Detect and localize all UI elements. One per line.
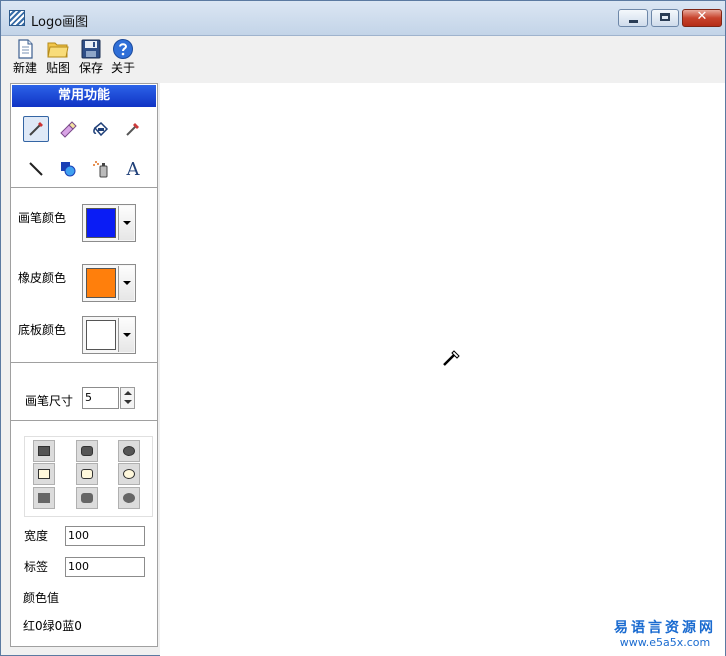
shape-outline-roundrect[interactable] xyxy=(76,463,98,485)
app-window: Logo画图 ✕ 新建 贴图 保存 关于 常用功能 A 画笔颜色 橡皮颜色 底板… xyxy=(0,0,726,656)
shape-style-grid xyxy=(24,436,153,517)
eraser-color-swatch xyxy=(86,268,116,298)
shape-filled-roundrect[interactable] xyxy=(76,440,98,462)
shape-solid-rect-icon xyxy=(38,493,50,503)
tool-brush[interactable] xyxy=(23,116,49,142)
chevron-down-icon[interactable] xyxy=(118,318,134,352)
shape-outline-roundrect-icon xyxy=(81,469,93,479)
spin-up-icon[interactable] xyxy=(124,391,132,395)
help-icon xyxy=(113,39,133,59)
tool-line[interactable] xyxy=(23,156,49,182)
window-title: Logo画图 xyxy=(31,15,89,30)
tool-fill[interactable] xyxy=(88,116,114,142)
eraser-color-picker[interactable] xyxy=(82,264,136,302)
minimize-button[interactable] xyxy=(618,9,648,27)
spin-down-icon[interactable] xyxy=(124,400,132,404)
save-label: 保存 xyxy=(78,61,103,75)
fill-icon xyxy=(93,121,109,137)
floppy-disk-icon xyxy=(81,39,101,59)
shape-outline-rect[interactable] xyxy=(33,463,55,485)
background-color-label: 底板颜色 xyxy=(18,323,67,337)
background-color-swatch xyxy=(86,320,116,350)
shape-outline-ellipse-icon xyxy=(123,469,135,479)
shape-outline-rect-icon xyxy=(38,469,50,479)
chevron-down-icon[interactable] xyxy=(118,206,134,240)
width-label: 宽度 xyxy=(24,529,49,543)
pen-color-label: 画笔颜色 xyxy=(18,211,67,225)
close-button[interactable]: ✕ xyxy=(682,9,722,27)
toolbar: 新建 贴图 保存 关于 xyxy=(1,36,725,80)
brush-size-input[interactable]: 5 xyxy=(82,387,119,409)
color-value-label: 颜色值 xyxy=(23,591,60,605)
paste-image-button[interactable]: 贴图 xyxy=(42,38,74,78)
close-icon: ✕ xyxy=(696,9,708,24)
pen-color-swatch xyxy=(86,208,116,238)
save-button[interactable]: 保存 xyxy=(75,38,107,78)
panel-header: 常用功能 xyxy=(12,85,156,107)
new-label: 新建 xyxy=(12,61,37,75)
brush-icon xyxy=(29,122,43,136)
shape-filled-roundrect-icon xyxy=(81,446,93,456)
eraser-color-label: 橡皮颜色 xyxy=(18,271,67,285)
folder-icon xyxy=(47,42,69,58)
paste-image-label: 贴图 xyxy=(45,61,70,75)
tool-eraser[interactable] xyxy=(55,116,81,142)
brush-size-spinner[interactable] xyxy=(120,387,135,409)
text-icon: A xyxy=(126,158,140,180)
divider xyxy=(11,362,157,364)
brush-cursor-icon xyxy=(443,350,460,366)
tag-label: 标签 xyxy=(24,560,49,574)
color-value-readout: 红0绿0蓝0 xyxy=(23,619,82,633)
brush-size-label: 画笔尺寸 xyxy=(25,394,74,408)
new-document-icon xyxy=(18,39,33,59)
maximize-icon xyxy=(660,13,670,21)
spray-icon xyxy=(93,161,108,178)
shape-outline-ellipse[interactable] xyxy=(118,463,140,485)
watermark: 易语言资源网 www.e5a5x.com xyxy=(609,620,721,650)
watermark-text: 易语言资源网 xyxy=(614,620,716,636)
background-color-picker[interactable] xyxy=(82,316,136,354)
new-button[interactable]: 新建 xyxy=(9,38,41,78)
tool-eyedropper[interactable] xyxy=(120,116,146,142)
maximize-button[interactable] xyxy=(651,9,679,27)
divider xyxy=(11,187,157,189)
line-icon xyxy=(29,162,43,176)
shape-filled-ellipse[interactable] xyxy=(118,440,140,462)
shape-solid-roundrect[interactable] xyxy=(76,487,98,509)
minimize-icon xyxy=(629,20,638,23)
drawing-canvas[interactable] xyxy=(160,83,725,656)
about-label: 关于 xyxy=(110,61,135,75)
pen-color-picker[interactable] xyxy=(82,204,136,242)
tool-shapes[interactable] xyxy=(55,156,81,182)
shape-solid-rect[interactable] xyxy=(33,487,55,509)
eraser-icon xyxy=(60,121,77,138)
title-bar[interactable]: Logo画图 ✕ xyxy=(1,1,725,36)
app-logo-icon xyxy=(9,10,25,26)
tool-text[interactable]: A xyxy=(120,156,146,182)
tag-input[interactable]: 100 xyxy=(65,557,145,577)
eyedropper-icon xyxy=(126,123,139,136)
shape-solid-roundrect-icon xyxy=(81,493,93,503)
shape-filled-rect[interactable] xyxy=(33,440,55,462)
shape-filled-rect-icon xyxy=(38,446,50,456)
chevron-down-icon[interactable] xyxy=(118,266,134,300)
divider xyxy=(11,420,157,422)
tool-spray[interactable] xyxy=(88,156,114,182)
tool-panel: 常用功能 A 画笔颜色 橡皮颜色 底板颜色 画笔尺寸 5 宽度 100 标签 1… xyxy=(10,83,158,647)
shape-filled-ellipse-icon xyxy=(123,446,135,456)
shape-solid-ellipse-icon xyxy=(123,493,135,503)
about-button[interactable]: 关于 xyxy=(107,38,139,78)
shapes-icon xyxy=(61,162,76,177)
width-input[interactable]: 100 xyxy=(65,526,145,546)
watermark-url: www.e5a5x.com xyxy=(619,636,711,649)
shape-solid-ellipse[interactable] xyxy=(118,487,140,509)
